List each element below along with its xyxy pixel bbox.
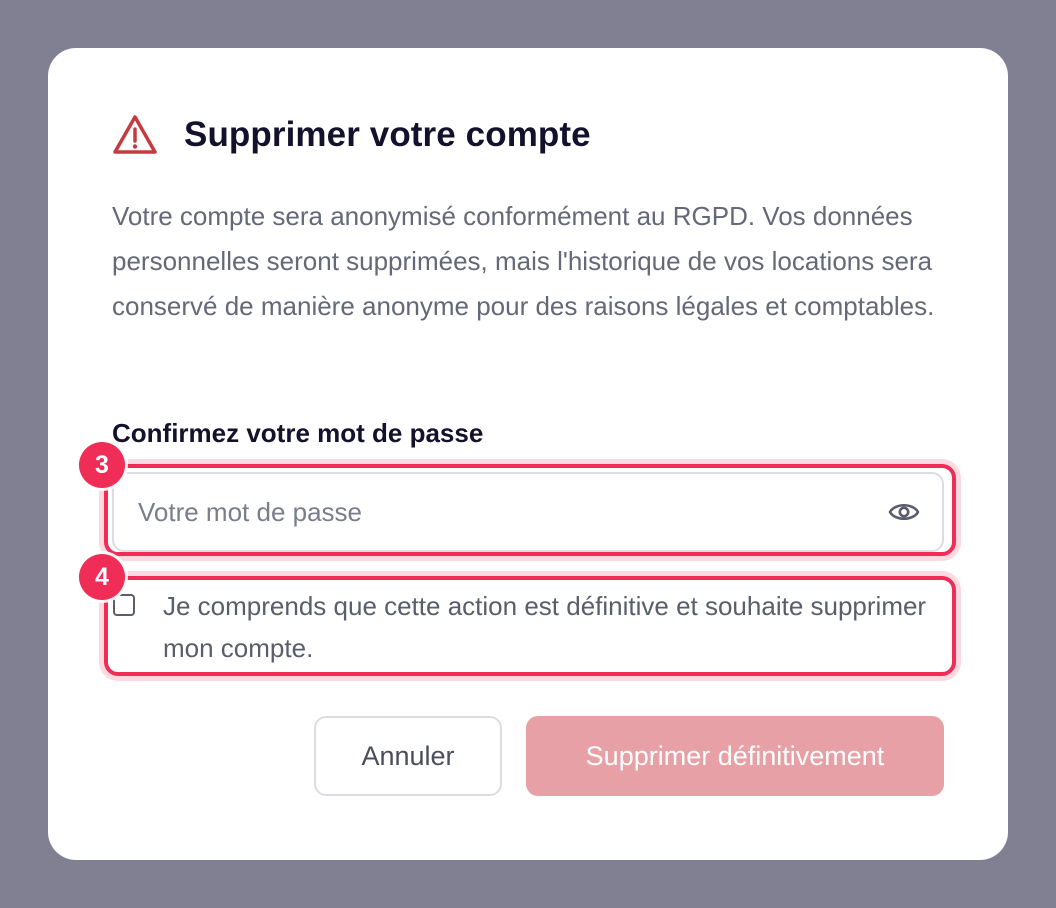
confirmation-checkbox-label[interactable]: Je comprends que cette action est défini… [163, 585, 943, 669]
confirmation-checkbox[interactable] [113, 594, 135, 616]
password-field-label: Confirmez votre mot de passe [112, 418, 484, 448]
annotation-badge-3: 3 [79, 442, 125, 488]
annotation-badge-4: 4 [79, 554, 125, 600]
dialog-description: Votre compte sera anonymisé conformément… [112, 201, 935, 321]
cancel-button[interactable]: Annuler [314, 716, 502, 796]
password-field [112, 472, 944, 552]
dialog-header: Supprimer votre compte [112, 114, 591, 156]
delete-account-dialog: Supprimer votre compte Votre compte sera… [48, 48, 1008, 860]
eye-icon[interactable] [888, 498, 920, 526]
dialog-title: Supprimer votre compte [184, 115, 591, 154]
password-input[interactable] [138, 474, 858, 550]
warning-triangle-icon [113, 115, 157, 154]
delete-permanently-button[interactable]: Supprimer définitivement [526, 716, 944, 796]
